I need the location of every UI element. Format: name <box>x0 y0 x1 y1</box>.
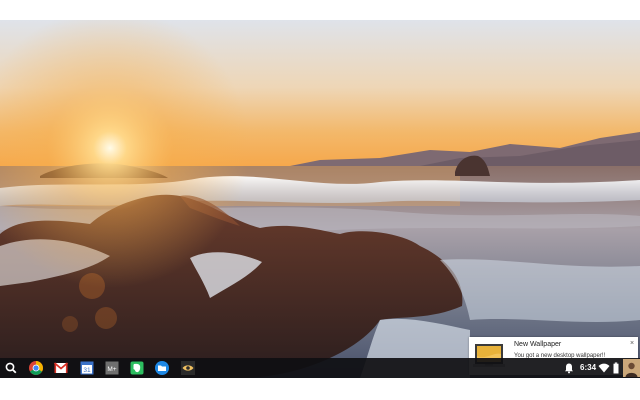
notification-title: New Wallpaper <box>514 341 562 348</box>
wifi-icon[interactable] <box>598 362 610 374</box>
avatar[interactable] <box>623 359 640 377</box>
wallpaper <box>0 20 640 378</box>
notification-bell-icon[interactable] <box>561 360 577 376</box>
gmail-icon[interactable] <box>53 360 69 376</box>
chrome-icon[interactable] <box>28 360 44 376</box>
shelf: 31 M+ 6:34 <box>0 358 640 378</box>
desktop: New Wallpaper You got a new desktop wall… <box>0 20 640 378</box>
svg-text:M+: M+ <box>107 366 116 373</box>
search-icon[interactable] <box>3 360 19 376</box>
calendar-icon[interactable]: 31 <box>79 360 95 376</box>
files-icon[interactable] <box>154 360 170 376</box>
battery-icon[interactable] <box>613 362 619 374</box>
google-plus-icon[interactable]: M+ <box>104 360 120 376</box>
evernote-icon[interactable] <box>129 360 145 376</box>
close-icon[interactable]: × <box>627 339 637 349</box>
eye-icon[interactable] <box>180 360 196 376</box>
clock[interactable]: 6:34 <box>580 362 596 374</box>
svg-text:31: 31 <box>83 367 91 374</box>
